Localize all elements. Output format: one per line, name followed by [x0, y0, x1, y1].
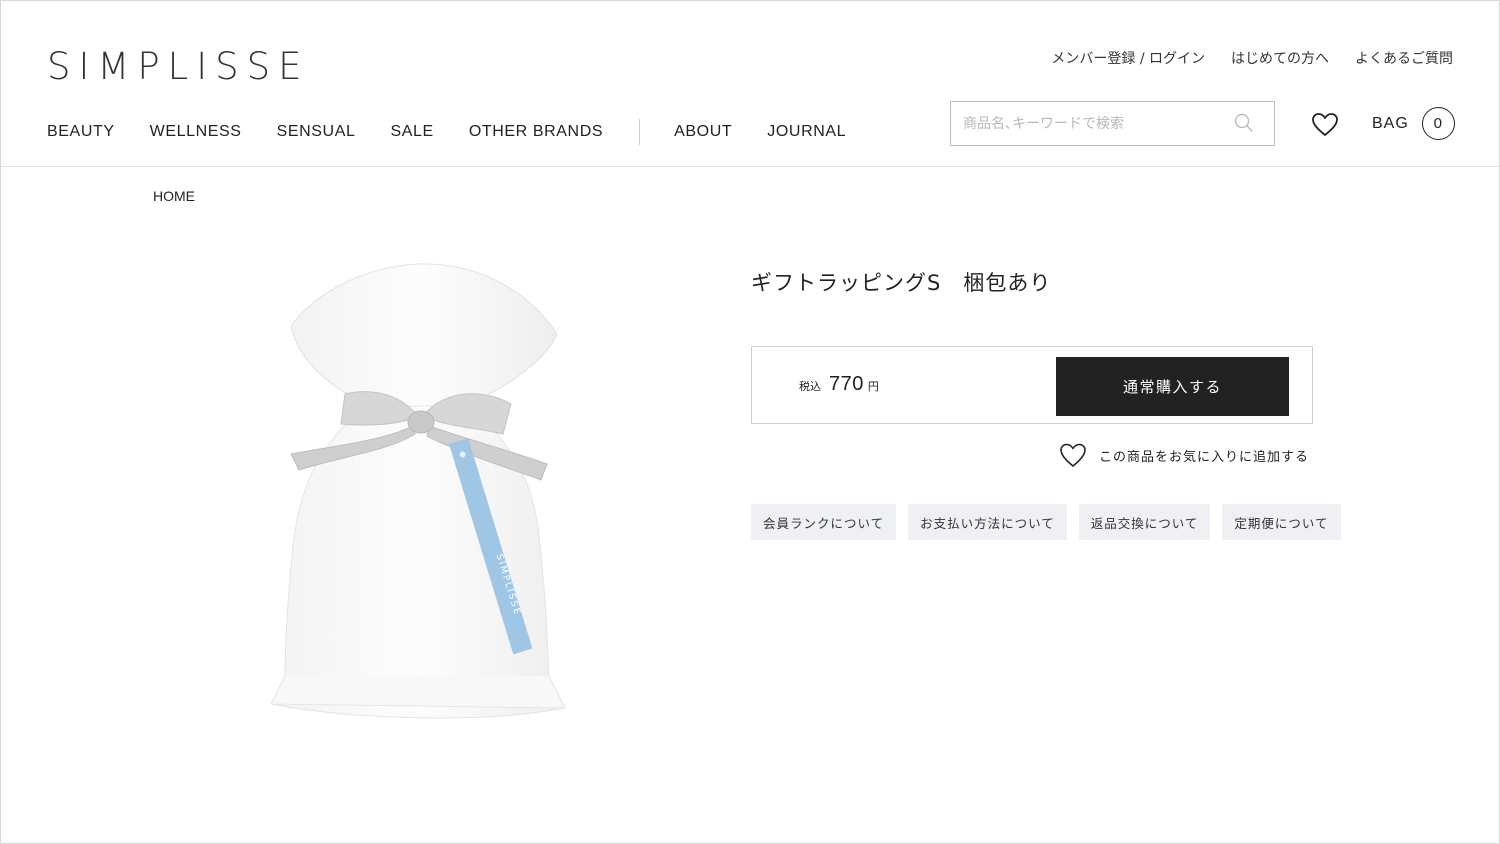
currency-label: 円 — [867, 380, 879, 393]
site-logo[interactable]: SIMPLISSE — [47, 45, 310, 88]
favorites-label: この商品をお気に入りに追加する — [1099, 449, 1310, 465]
search-input[interactable] — [951, 102, 1235, 145]
nav-divider — [639, 119, 641, 145]
nav-sensual[interactable]: SENSUAL — [277, 123, 356, 141]
price-value: 770 — [829, 373, 864, 395]
gift-bag-product-image: SIMPLISSE — [270, 263, 566, 719]
nav-wellness[interactable]: WELLNESS — [150, 123, 242, 141]
bag-label: BAG — [1372, 114, 1409, 132]
utility-links: メンバー登録 / ログイン はじめての方へ よくあるご質問 — [1051, 48, 1453, 68]
nav-beauty[interactable]: BEAUTY — [47, 123, 115, 141]
nav-other-brands[interactable]: OTHER BRANDS — [469, 123, 603, 141]
member-rank-link[interactable]: 会員ランクについて — [751, 504, 897, 540]
breadcrumb-home[interactable]: HOME — [153, 188, 195, 204]
purchase-box: 税込 770 円 通常購入する — [751, 346, 1313, 424]
search-icon[interactable] — [1234, 113, 1254, 133]
member-login-link[interactable]: メンバー登録 / ログイン — [1051, 48, 1205, 68]
search-box — [950, 101, 1275, 146]
bag-button[interactable]: BAG 0 — [1372, 107, 1455, 140]
nav-about[interactable]: ABOUT — [674, 123, 732, 141]
tax-label: 税込 — [799, 380, 821, 393]
nav-journal[interactable]: JOURNAL — [767, 123, 846, 141]
first-time-link[interactable]: はじめての方へ — [1231, 48, 1329, 68]
buy-button[interactable]: 通常購入する — [1056, 357, 1289, 416]
main-nav: BEAUTY WELLNESS SENSUAL SALE OTHER BRAND… — [47, 119, 881, 145]
info-links: 会員ランクについて お支払い方法について 返品交換について 定期便について — [751, 504, 1341, 540]
product-title: ギフトラッピングS 梱包あり — [751, 271, 1052, 295]
favorites-heart-icon[interactable] — [1311, 111, 1339, 139]
nav-sale[interactable]: SALE — [390, 123, 433, 141]
payment-method-link[interactable]: お支払い方法について — [908, 504, 1067, 540]
return-exchange-link[interactable]: 返品交換について — [1078, 504, 1211, 540]
site-header: SIMPLISSE メンバー登録 / ログイン はじめての方へ よくあるご質問 … — [1, 1, 1499, 167]
heart-icon — [1060, 443, 1086, 467]
price-display: 税込 770 円 — [799, 373, 879, 396]
subscription-link[interactable]: 定期便について — [1222, 504, 1341, 540]
faq-link[interactable]: よくあるご質問 — [1355, 48, 1453, 68]
add-to-favorites-button[interactable]: この商品をお気に入りに追加する — [1059, 441, 1309, 469]
bag-count-badge: 0 — [1421, 107, 1455, 140]
